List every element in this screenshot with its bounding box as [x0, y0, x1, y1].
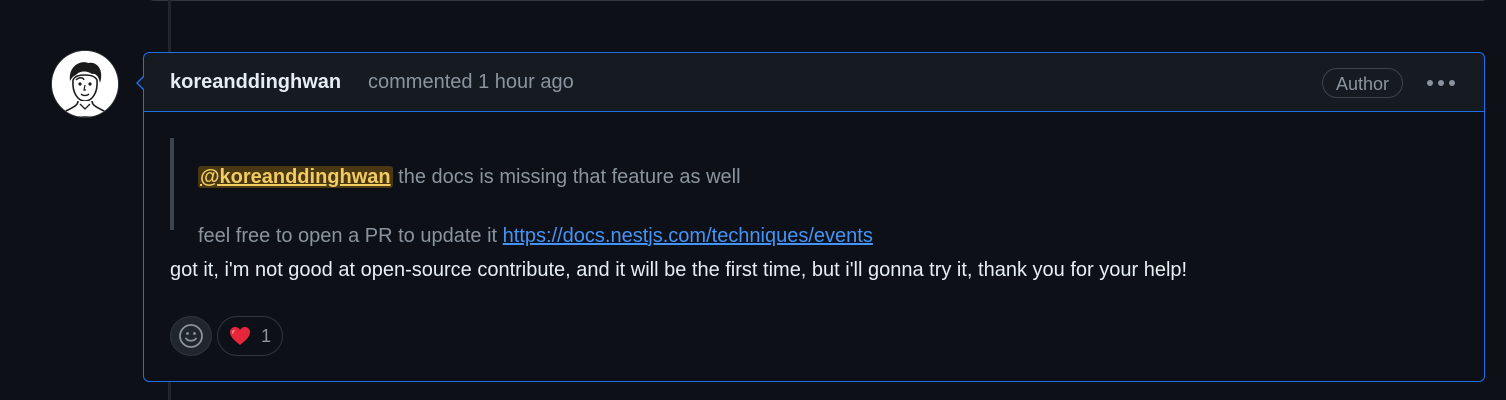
comment-meta: commented 1 hour ago — [368, 71, 574, 94]
comment-options-button[interactable] — [1424, 68, 1458, 98]
comment-caret — [136, 75, 145, 91]
heart-icon — [229, 327, 250, 345]
comment-author-link[interactable]: koreanddinghwan — [170, 71, 341, 94]
timeline: koreanddinghwan commented 1 hour ago Aut… — [0, 0, 1506, 400]
docs-link[interactable]: https://docs.nestjs.com/techniques/event… — [503, 225, 873, 247]
quote-line-2: feel free to open a PR to update it http… — [198, 225, 873, 248]
author-badge: Author — [1322, 68, 1404, 98]
avatar[interactable] — [52, 51, 118, 117]
kebab-horizontal-icon — [1427, 80, 1455, 86]
comment-text: got it, i'm not good at open-source cont… — [170, 259, 1188, 281]
smiley-icon — [179, 324, 203, 348]
blockquote: @koreanddinghwan the docs is missing tha… — [170, 138, 1070, 247]
reaction-count: 1 — [260, 325, 271, 346]
quote-text-1: the docs is missing that feature as well — [392, 166, 741, 188]
comment-header: koreanddinghwan commented 1 hour ago Aut… — [144, 53, 1484, 112]
comment-action: commented — [368, 71, 473, 93]
comment-card: koreanddinghwan commented 1 hour ago Aut… — [136, 52, 1485, 382]
quote-line-1: @koreanddinghwan the docs is missing tha… — [198, 166, 741, 189]
heart-reaction-button[interactable]: 1 — [217, 316, 283, 356]
comment-timestamp[interactable]: 1 hour ago — [478, 71, 574, 93]
previous-comment-edge — [148, 0, 1488, 1]
user-mention-link[interactable]: @koreanddinghwan — [198, 166, 393, 188]
user-avatar-icon — [52, 51, 118, 117]
quote-text-2: feel free to open a PR to update it — [198, 225, 503, 247]
add-reaction-button[interactable] — [170, 316, 212, 356]
